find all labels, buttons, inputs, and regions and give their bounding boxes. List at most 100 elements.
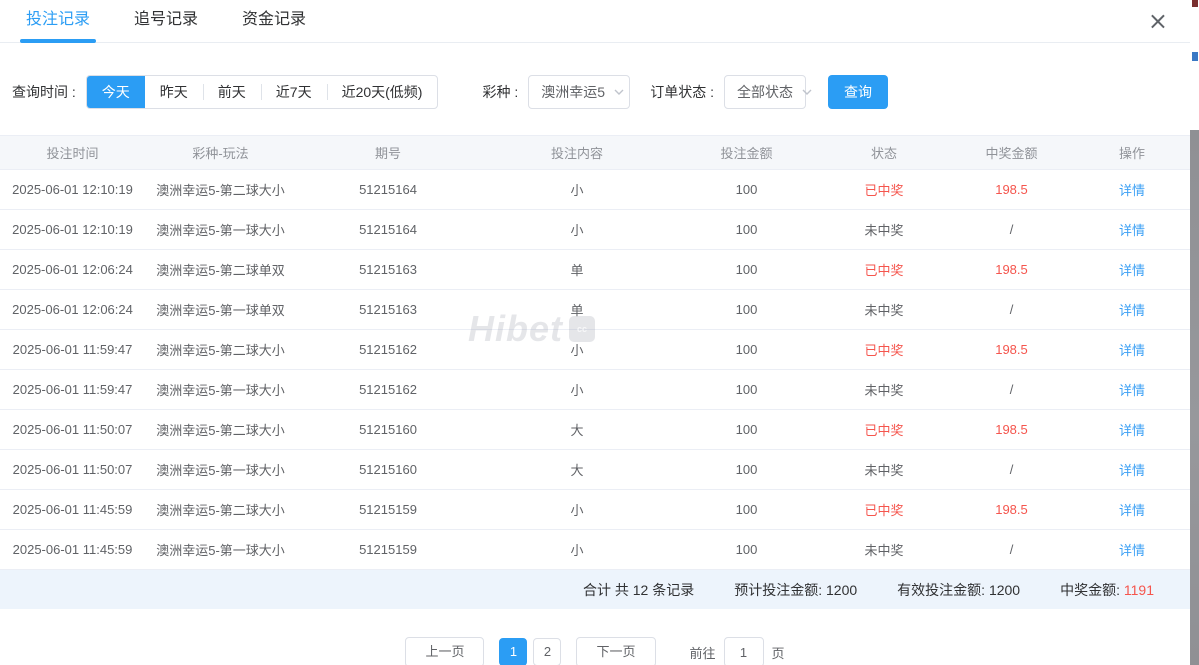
cell-content: 小: [480, 169, 674, 210]
goto-page-label: 前往: [689, 645, 716, 661]
cell-status: 未中奖: [819, 209, 949, 250]
summary-bar: 合计 共 12 条记录 预计投注金额: 1200 有效投注金额: 1200 中奖…: [0, 570, 1190, 609]
cell-win: /: [949, 449, 1074, 490]
cell-issue: 51215160: [296, 449, 480, 490]
prev-page-button[interactable]: 上一页: [405, 637, 485, 665]
chevron-down-icon: [801, 86, 813, 98]
cell-amount: 100: [674, 369, 819, 410]
summary-total-records: 合计 共 12 条记录: [582, 581, 695, 598]
cell-game: 澳洲幸运5-第一球大小: [145, 529, 296, 570]
summary-win-amount: 中奖金额: 1191: [1060, 580, 1154, 600]
cell-time: 2025-06-01 12:06:24: [0, 289, 145, 330]
tab-chase-records[interactable]: 追号记录: [134, 0, 198, 43]
cell-amount: 100: [674, 289, 819, 330]
cell-action[interactable]: 详情: [1074, 409, 1190, 450]
cell-status: 未中奖: [819, 289, 949, 330]
cell-content: 大: [480, 449, 674, 490]
lottery-select[interactable]: 澳洲幸运5: [528, 75, 631, 109]
cell-win: /: [949, 529, 1074, 570]
cell-action[interactable]: 详情: [1074, 289, 1190, 330]
cell-time: 2025-06-01 11:59:47: [0, 369, 145, 410]
cell-game: 澳洲幸运5-第二球大小: [145, 489, 296, 530]
table-row: 2025-06-01 12:06:24 澳洲幸运5-第一球单双 51215163 单 1…: [0, 289, 1190, 330]
lottery-select-value: 澳洲幸运5: [541, 84, 606, 100]
tab-betting-records[interactable]: 投注记录: [19, 0, 97, 43]
cell-time: 2025-06-01 11:59:47: [0, 329, 145, 370]
cell-status: 已中奖: [819, 169, 949, 210]
cell-time: 2025-06-01 11:45:59: [0, 489, 145, 530]
cell-game: 澳洲幸运5-第二球大小: [145, 329, 296, 370]
time-option-yesterday[interactable]: 昨天: [145, 76, 203, 108]
cell-time: 2025-06-01 11:50:07: [0, 409, 145, 450]
cell-game: 澳洲幸运5-第二球大小: [145, 169, 296, 210]
col-game-play: 彩种-玩法: [145, 135, 296, 170]
time-option-today[interactable]: 今天: [86, 76, 145, 108]
close-icon[interactable]: ×: [1148, 9, 1168, 33]
cell-issue: 51215160: [296, 409, 480, 450]
pagination: 上一页 1 2 下一页 前往 页: [0, 637, 1190, 665]
lottery-type-label: 彩种 :: [482, 84, 519, 100]
cell-content: 小: [480, 369, 674, 410]
cell-action[interactable]: 详情: [1074, 449, 1190, 490]
table-row: 2025-06-01 12:06:24 澳洲幸运5-第二球单双 51215163 单 1…: [0, 249, 1190, 290]
table-row: 2025-06-01 12:10:19 澳洲幸运5-第二球大小 51215164 小 1…: [0, 169, 1190, 210]
summary-win-value: 1191: [1123, 581, 1154, 598]
records-table: 投注时间 彩种-玩法 期号 投注内容 投注金额 状态 中奖金额 操作 2025-…: [0, 135, 1190, 570]
cell-win: /: [949, 369, 1074, 410]
cell-win: 198.5: [949, 409, 1074, 450]
betting-records-dialog: 投注记录 追号记录 资金记录 × 查询时间 : 今天 昨天 前天 近7天 近20…: [0, 0, 1190, 665]
table-row: 2025-06-01 11:45:59 澳洲幸运5-第一球大小 51215159 小 1…: [0, 529, 1190, 570]
cell-content: 小: [480, 209, 674, 250]
cell-status: 已中奖: [819, 489, 949, 530]
tab-fund-records[interactable]: 资金记录: [242, 0, 306, 43]
cell-win: /: [949, 209, 1074, 250]
cell-status: 已中奖: [819, 249, 949, 290]
cell-status: 未中奖: [819, 529, 949, 570]
time-option-day-before[interactable]: 前天: [202, 76, 261, 108]
cell-action[interactable]: 详情: [1074, 529, 1190, 570]
cell-amount: 100: [674, 449, 819, 490]
cell-action[interactable]: 详情: [1074, 209, 1190, 250]
order-status-select-value: 全部状态: [737, 84, 794, 100]
next-page-button[interactable]: 下一页: [576, 637, 656, 665]
cell-status: 已中奖: [819, 329, 949, 370]
table-row: 2025-06-01 11:50:07 澳洲幸运5-第二球大小 51215160 大 1…: [0, 409, 1190, 450]
cell-amount: 100: [674, 529, 819, 570]
cell-content: 大: [480, 409, 674, 450]
summary-win-label: 中奖金额:: [1060, 581, 1124, 598]
page-number-2[interactable]: 2: [533, 638, 562, 665]
order-status-label: 订单状态 :: [650, 84, 715, 100]
cell-amount: 100: [674, 329, 819, 370]
cell-action[interactable]: 详情: [1074, 489, 1190, 530]
cell-amount: 100: [674, 489, 819, 530]
cell-game: 澳洲幸运5-第一球大小: [145, 209, 296, 250]
cell-issue: 51215164: [296, 209, 480, 250]
cell-issue: 51215163: [296, 249, 480, 290]
order-status-select[interactable]: 全部状态: [724, 75, 812, 109]
table-row: 2025-06-01 12:10:19 澳洲幸运5-第一球大小 51215164 小 1…: [0, 209, 1190, 250]
search-button[interactable]: 查询: [828, 75, 889, 109]
background-fragment: [1192, 52, 1198, 61]
cell-action[interactable]: 详情: [1074, 169, 1190, 210]
col-bet-content: 投注内容: [480, 135, 674, 170]
background-scrollbar-strip: [1190, 130, 1199, 665]
cell-action[interactable]: 详情: [1074, 249, 1190, 290]
cell-action[interactable]: 详情: [1074, 329, 1190, 370]
cell-win: 198.5: [949, 169, 1074, 210]
cell-issue: 51215159: [296, 489, 480, 530]
table-row: 2025-06-01 11:45:59 澳洲幸运5-第二球大小 51215159 小 1…: [0, 489, 1190, 530]
cell-win: 198.5: [949, 489, 1074, 530]
time-option-7days[interactable]: 近7天: [260, 76, 327, 108]
filter-bar: 查询时间 : 今天 昨天 前天 近7天 近20天(低频) 彩种 : 澳洲幸运5 …: [12, 75, 1190, 109]
time-range-group: 今天 昨天 前天 近7天 近20天(低频): [85, 75, 439, 109]
col-issue: 期号: [296, 135, 480, 170]
page-number-1[interactable]: 1: [499, 638, 528, 665]
cell-issue: 51215163: [296, 289, 480, 330]
goto-page-input[interactable]: [723, 637, 764, 665]
cell-content: 小: [480, 489, 674, 530]
col-action: 操作: [1074, 135, 1190, 170]
cell-action[interactable]: 详情: [1074, 369, 1190, 410]
time-option-20days[interactable]: 近20天(低频): [326, 76, 438, 108]
cell-issue: 51215164: [296, 169, 480, 210]
cell-game: 澳洲幸运5-第一球大小: [145, 369, 296, 410]
